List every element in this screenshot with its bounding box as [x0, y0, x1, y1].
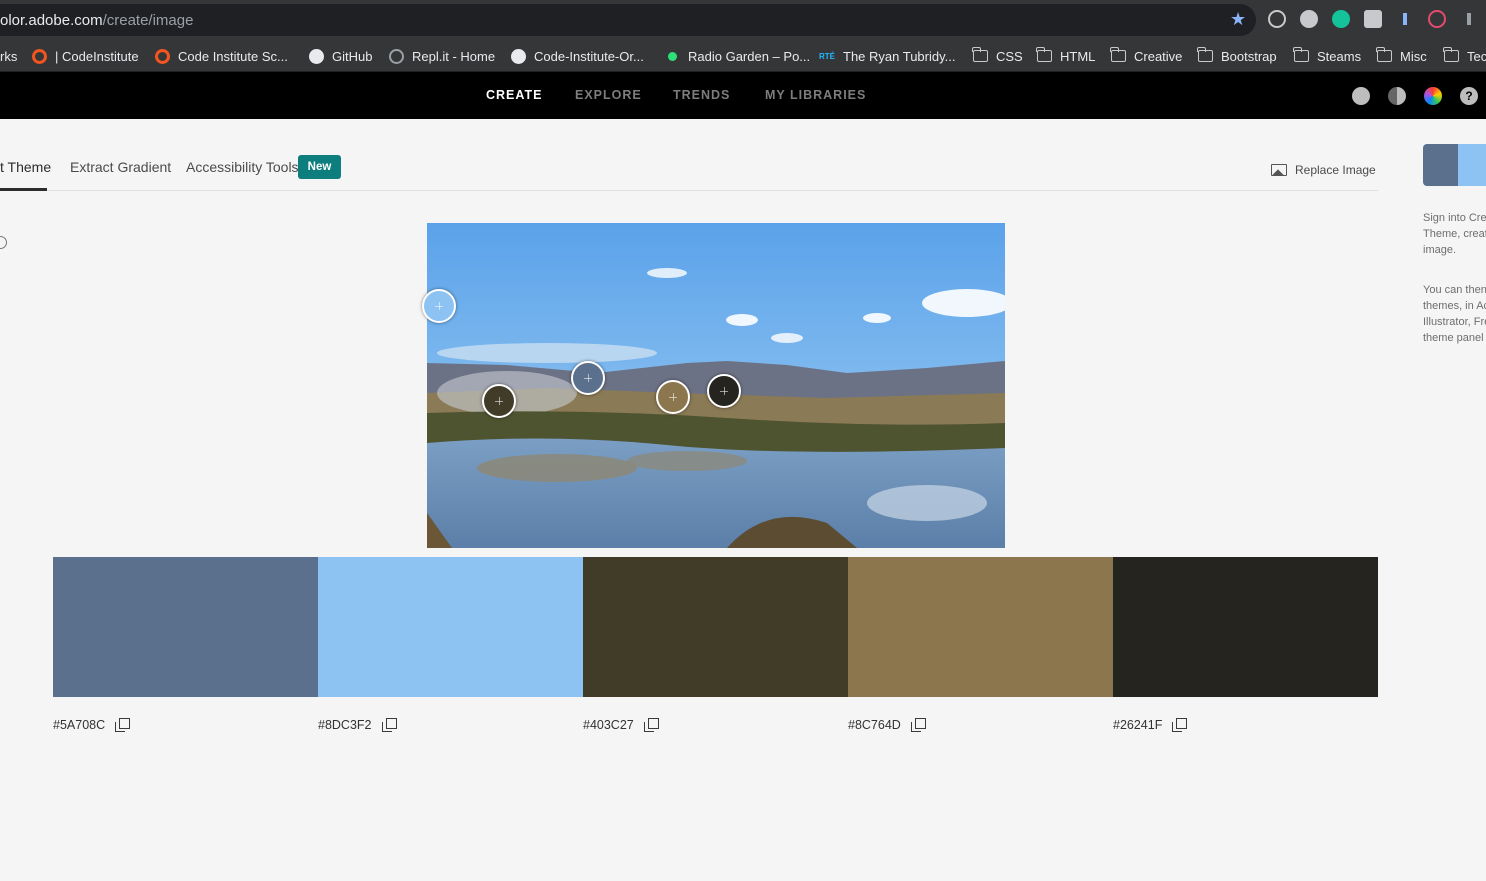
bookmarks-bar: rks | CodeInstitute Code Institute Sc...…	[0, 40, 1486, 72]
folder-icon	[1036, 47, 1052, 62]
tab-extract-gradient[interactable]: Extract Gradient	[70, 159, 171, 175]
hex-value: #8DC3F2	[318, 718, 372, 732]
rte-icon: RTÉ	[819, 51, 835, 61]
color-picker-handle[interactable]	[422, 289, 456, 323]
hex-code-item: #26241F	[1113, 718, 1188, 732]
bookmark-folder[interactable]: HTML	[1036, 40, 1095, 72]
bookmark-item[interactable]: Radio Garden – Po...	[665, 40, 810, 72]
tab-accessibility-tools[interactable]: Accessibility Tools	[186, 159, 299, 175]
hex-value: #5A708C	[53, 718, 106, 732]
nav-explore[interactable]: EXPLORE	[575, 88, 642, 102]
color-swatch[interactable]	[318, 557, 583, 697]
bookmark-folder[interactable]: Steams	[1293, 40, 1361, 72]
nav-trends[interactable]: TRENDS	[673, 88, 730, 102]
color-swatches	[53, 557, 1378, 697]
theme-thumbnail[interactable]	[1423, 144, 1486, 186]
hex-code-item: #5A708C	[53, 718, 131, 732]
new-badge: New	[298, 155, 341, 179]
github-icon	[309, 48, 324, 64]
hex-code-item: #8DC3F2	[318, 718, 397, 732]
extension-icon-6[interactable]	[1428, 10, 1446, 28]
color-swatch[interactable]	[583, 557, 848, 697]
bookmark-item[interactable]: RTÉ The Ryan Tubridy...	[819, 40, 955, 72]
folder-icon	[1376, 47, 1392, 62]
replit-icon	[389, 48, 404, 64]
hex-code-item: #8C764D	[848, 718, 926, 732]
color-picker-handle[interactable]	[707, 374, 741, 408]
bookmark-item[interactable]: | CodeInstitute	[32, 40, 139, 72]
folder-icon	[1443, 47, 1459, 62]
info-icon[interactable]	[0, 236, 7, 249]
color-swatch[interactable]	[53, 557, 318, 697]
extension-icon-4[interactable]	[1364, 10, 1382, 28]
app-header: CREATE EXPLORE TRENDS MY LIBRARIES ?	[0, 72, 1486, 119]
color-swatch[interactable]	[1113, 557, 1378, 697]
bookmark-folder[interactable]: CSS	[972, 40, 1023, 72]
copy-icon[interactable]	[643, 718, 659, 732]
github-icon	[511, 48, 526, 64]
url-text: olor.adobe.com/create/image	[0, 12, 194, 29]
color-swatch[interactable]	[848, 557, 1113, 697]
folder-icon	[972, 47, 988, 62]
bookmark-folder[interactable]: Tec	[1443, 40, 1486, 72]
side-info-text-2: You can then themes, in Ac Illustrator, …	[1423, 284, 1486, 344]
code-institute-icon	[32, 48, 47, 64]
address-bar[interactable]: olor.adobe.com/create/image	[0, 4, 1256, 36]
nav-my-libraries[interactable]: MY LIBRARIES	[765, 88, 866, 102]
side-info-text-1: Sign into Crea Theme, creat image.	[1423, 212, 1486, 256]
thumb-swatch	[1423, 144, 1458, 186]
active-tab-indicator	[0, 188, 47, 191]
code-institute-icon	[155, 48, 170, 64]
mode-tabs: t Theme Extract Gradient Accessibility T…	[0, 144, 1378, 191]
grammarly-icon[interactable]	[1332, 10, 1350, 28]
tab-extract-theme[interactable]: t Theme	[0, 159, 51, 175]
bookmark-item[interactable]: rks	[0, 40, 17, 72]
hex-value: #403C27	[583, 718, 634, 732]
extension-icons	[1268, 10, 1478, 28]
thumb-swatch	[1458, 144, 1486, 186]
hex-code-item: #403C27	[583, 718, 659, 732]
extension-icon-2[interactable]	[1300, 10, 1318, 28]
hex-codes: #5A708C #8DC3F2 #403C27 #8C764D #26241F	[53, 718, 1378, 738]
download-icon[interactable]	[1396, 10, 1414, 28]
extension-icon-1[interactable]	[1268, 10, 1286, 28]
folder-icon	[1293, 47, 1309, 62]
bookmark-star-icon[interactable]: ★	[1230, 10, 1248, 28]
hex-value: #8C764D	[848, 718, 901, 732]
folder-icon	[1110, 47, 1126, 62]
nav-create[interactable]: CREATE	[486, 88, 542, 102]
folder-icon	[1197, 47, 1213, 62]
bookmark-folder[interactable]: Creative	[1110, 40, 1182, 72]
bookmark-item[interactable]: GitHub	[309, 40, 372, 72]
hex-value: #26241F	[1113, 718, 1163, 732]
copy-icon[interactable]	[1172, 718, 1188, 732]
replace-image-button[interactable]: Replace Image	[1271, 163, 1376, 177]
radio-garden-icon	[665, 49, 680, 64]
bookmark-folder[interactable]: Bootstrap	[1197, 40, 1277, 72]
favorites-star-icon[interactable]	[1352, 87, 1370, 105]
color-wheel-icon[interactable]	[1424, 87, 1442, 105]
bookmark-item[interactable]: Repl.it - Home	[389, 40, 495, 72]
color-picker-handle[interactable]	[482, 384, 516, 418]
bookmark-folder[interactable]: Misc	[1376, 40, 1427, 72]
browser-toolbar: olor.adobe.com/create/image ★	[0, 0, 1486, 40]
copy-icon[interactable]	[910, 718, 926, 732]
replace-image-label: Replace Image	[1295, 163, 1376, 177]
image-icon	[1271, 164, 1287, 176]
help-icon[interactable]: ?	[1460, 87, 1478, 105]
bookmark-item[interactable]: Code-Institute-Or...	[511, 40, 644, 72]
copy-icon[interactable]	[115, 718, 131, 732]
color-picker-handle[interactable]	[656, 380, 690, 414]
bookmark-item[interactable]: Code Institute Sc...	[155, 40, 288, 72]
copy-icon[interactable]	[381, 718, 397, 732]
theme-toggle-icon[interactable]	[1388, 87, 1406, 105]
extension-icon-7[interactable]	[1460, 10, 1478, 28]
color-picker-handle[interactable]	[571, 361, 605, 395]
